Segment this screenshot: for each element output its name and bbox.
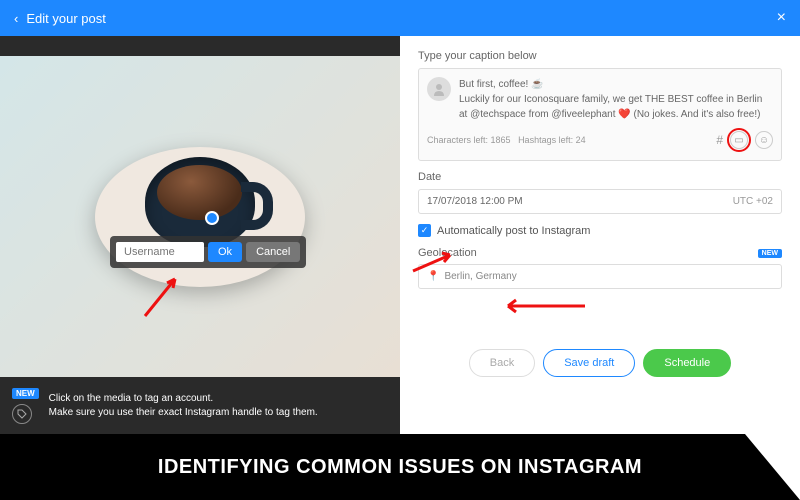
hashtags-left: Hashtags left: 24 (518, 135, 586, 145)
tag-icon (12, 404, 32, 424)
back-button[interactable]: Back (469, 349, 535, 377)
date-value: 17/07/2018 12:00 PM (427, 196, 523, 207)
annotation-arrow-icon (500, 297, 590, 315)
username-input[interactable] (116, 242, 204, 262)
auto-post-checkbox[interactable]: ✓ Automatically post to Instagram (418, 224, 782, 237)
date-input[interactable]: 17/07/2018 12:00 PM UTC +02 (418, 189, 782, 214)
checkbox-icon: ✓ (418, 224, 431, 237)
back-icon[interactable]: ‹ (14, 11, 18, 26)
geo-new-badge: NEW (758, 249, 782, 258)
annotation-arrow-icon (408, 249, 458, 279)
caption-box[interactable]: But first, coffee! ☕ Luckily for our Ico… (418, 68, 782, 161)
ok-button[interactable]: Ok (208, 242, 242, 262)
media-panel: Ok Cancel NEW Click on the media to tag … (0, 36, 400, 434)
close-icon[interactable]: × (777, 9, 786, 27)
auto-post-label: Automatically post to Instagram (437, 225, 590, 237)
banner: IDENTIFYING COMMON ISSUES ON INSTAGRAM (0, 434, 800, 500)
emoji-icon[interactable]: ☺ (755, 131, 773, 149)
hint-line2: Make sure you use their exact Instagram … (49, 406, 318, 420)
caption-text[interactable]: But first, coffee! ☕ Luckily for our Ico… (459, 77, 773, 122)
modal-header: ‹ Edit your post × (0, 0, 800, 36)
header-title: Edit your post (26, 11, 106, 26)
tag-marker-icon[interactable] (205, 211, 219, 225)
schedule-button[interactable]: Schedule (643, 349, 731, 377)
avatar-icon (427, 77, 451, 101)
cancel-button[interactable]: Cancel (246, 242, 300, 262)
hashtag-icon[interactable]: # (716, 133, 723, 147)
hint-bar: NEW Click on the media to tag an account… (0, 377, 400, 434)
media-preview[interactable]: Ok Cancel (0, 56, 400, 377)
chars-left: Characters left: 1865 (427, 135, 511, 145)
tag-popup: Ok Cancel (110, 236, 306, 268)
date-label: Date (418, 171, 782, 183)
utc-value: UTC +02 (733, 196, 773, 207)
save-draft-button[interactable]: Save draft (543, 349, 635, 377)
comment-icon[interactable]: ▭ (730, 131, 748, 149)
caption-label: Type your caption below (418, 50, 782, 62)
form-panel: Type your caption below But first, coffe… (400, 36, 800, 434)
new-badge: NEW (12, 388, 39, 399)
annotation-arrow-icon (140, 271, 190, 321)
hint-line1: Click on the media to tag an account. (49, 392, 318, 406)
banner-text: IDENTIFYING COMMON ISSUES ON INSTAGRAM (158, 456, 642, 479)
geo-input[interactable]: 📍 Berlin, Germany (418, 264, 782, 289)
